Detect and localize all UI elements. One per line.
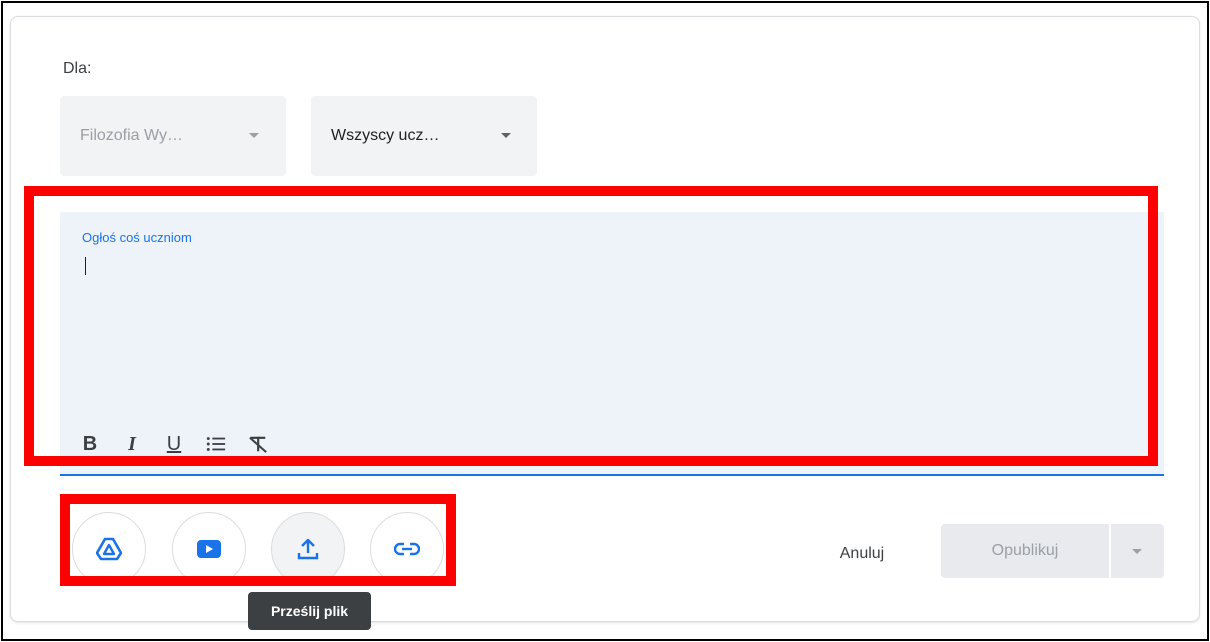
audience-select-value: Wszyscy ucz… (331, 127, 440, 144)
red-highlight-box-editor (24, 186, 1158, 466)
class-select[interactable]: Filozofia Wy… (60, 96, 286, 176)
publish-options-button[interactable] (1111, 524, 1164, 578)
chevron-down-icon (249, 133, 259, 138)
for-label: Dla: (63, 60, 92, 77)
audience-select[interactable]: Wszyscy ucz… (311, 96, 537, 176)
chevron-down-icon (1132, 549, 1142, 554)
chevron-down-icon (501, 133, 511, 138)
upload-tooltip: Prześlij plik (248, 592, 371, 630)
publish-button[interactable]: Opublikuj (941, 524, 1109, 578)
red-highlight-box-attachments (60, 494, 456, 586)
class-select-value: Filozofia Wy… (80, 127, 183, 144)
cancel-button[interactable]: Anuluj (812, 534, 912, 574)
